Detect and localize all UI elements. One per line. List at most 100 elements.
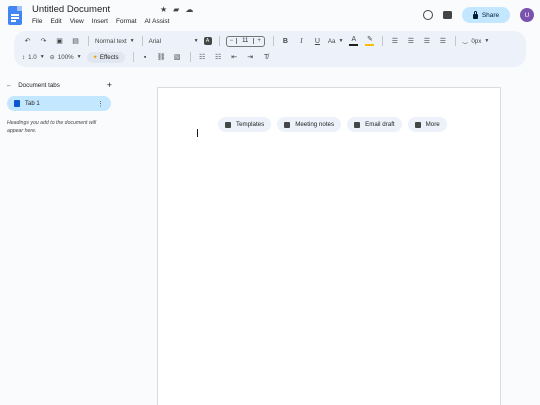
- history-icon[interactable]: [423, 10, 433, 20]
- menu-edit[interactable]: Edit: [50, 18, 61, 25]
- line-spacing-dropdown[interactable]: ↕ 1.0 ▼: [22, 54, 45, 61]
- templates-chip[interactable]: Templates: [218, 117, 272, 132]
- share-label: Share: [481, 11, 500, 19]
- underline-button[interactable]: U: [312, 35, 323, 48]
- lock-icon: [472, 10, 478, 19]
- zoom-dropdown[interactable]: ⊖ 100% ▼: [50, 54, 82, 61]
- highlight-color-button[interactable]: ✎: [364, 35, 375, 48]
- document-title[interactable]: Untitled Document: [32, 4, 110, 15]
- font-size-stepper[interactable]: − 11 +: [225, 35, 265, 47]
- increase-indent-icon[interactable]: ⇥: [245, 51, 256, 64]
- redo-icon[interactable]: ↷: [38, 35, 49, 48]
- decrease-font-size-button[interactable]: −: [227, 38, 237, 44]
- sidebar-title: Document tabs: [18, 81, 60, 89]
- toolbar-row-1: ↶ ↷ ▣ ▤ Normal text ▼ Arial ▼ A − 11 + B I…: [22, 33, 494, 49]
- bold-button[interactable]: B: [280, 35, 291, 48]
- chevron-down-icon: ▼: [193, 38, 199, 44]
- text-color-glyph: A: [351, 36, 357, 43]
- share-button[interactable]: Share: [462, 7, 510, 23]
- divider: [189, 52, 191, 62]
- chevron-down-icon: ▼: [338, 38, 344, 44]
- text-color-button[interactable]: A: [348, 35, 359, 48]
- font-value: Arial: [148, 37, 161, 45]
- more-chip[interactable]: More: [407, 117, 447, 132]
- line-spacing-value: 1.0: [28, 53, 37, 61]
- menu-view[interactable]: View: [70, 18, 84, 25]
- zoom-value: 100%: [57, 53, 74, 61]
- chip-label: Meeting notes: [295, 121, 335, 128]
- font-dropdown[interactable]: Arial ▼: [149, 38, 199, 45]
- sidebar-item-tab-1[interactable]: Tab 1 ⋮: [7, 96, 111, 111]
- title-icons: ★ ▰ ☁: [160, 5, 193, 14]
- divider: [382, 36, 384, 46]
- sidebar-header: ← Document tabs +: [6, 80, 112, 90]
- effects-label: Effects: [99, 53, 119, 61]
- menu-insert[interactable]: Insert: [92, 18, 108, 25]
- divider: [455, 36, 457, 46]
- chip-label: Email draft: [365, 121, 395, 128]
- letter-spacing-icon: ⏝: [462, 37, 469, 44]
- tab-icon: [14, 100, 20, 107]
- align-center-icon[interactable]: ☰: [405, 35, 416, 48]
- chevron-down-icon: ▼: [129, 38, 135, 44]
- divider: [141, 36, 143, 46]
- chevron-down-icon: ▼: [39, 54, 45, 60]
- star-icon[interactable]: ★: [160, 5, 167, 14]
- link-icon[interactable]: ⛓: [156, 51, 167, 64]
- italic-button[interactable]: I: [296, 35, 307, 48]
- paint-format-icon[interactable]: ▤: [70, 35, 81, 48]
- print-icon[interactable]: ▣: [54, 35, 65, 48]
- menu-ai-assist[interactable]: AI Assist: [145, 18, 170, 25]
- calendar-icon: [284, 121, 291, 128]
- add-tab-icon[interactable]: +: [107, 80, 112, 90]
- avatar[interactable]: U: [520, 8, 534, 22]
- smart-chips-row: Templates Meeting notes Email draft More: [218, 117, 447, 132]
- text-case-dropdown[interactable]: Aa ▼: [328, 38, 344, 45]
- numbered-list-icon[interactable]: ☷: [213, 51, 224, 64]
- zoom-icon: ⊖: [49, 53, 55, 61]
- line-spacing-icon: ↕: [22, 53, 26, 61]
- letter-spacing-value: 0px: [471, 37, 482, 45]
- font-size-input[interactable]: 11: [236, 38, 255, 44]
- folder-move-icon[interactable]: ▰: [173, 5, 179, 14]
- lock-icon[interactable]: ▪: [140, 51, 151, 64]
- align-left-icon[interactable]: ☰: [389, 35, 400, 48]
- cloud-done-icon[interactable]: ☁: [185, 5, 193, 14]
- comment-icon[interactable]: [443, 11, 452, 19]
- style-value: Normal text: [95, 37, 127, 45]
- effects-button[interactable]: ✦ Effects: [86, 51, 125, 63]
- image-icon[interactable]: ▧: [172, 51, 183, 64]
- undo-icon[interactable]: ↶: [22, 35, 33, 48]
- document-page[interactable]: Templates Meeting notes Email draft More: [157, 87, 501, 405]
- more-options-icon[interactable]: ⋮: [97, 100, 104, 108]
- text-color-bar: [349, 44, 359, 46]
- meeting-notes-chip[interactable]: Meeting notes: [277, 117, 342, 132]
- chip-label: More: [425, 121, 440, 128]
- letter-spacing-dropdown[interactable]: ⏝ 0px ▼: [462, 37, 489, 45]
- formatting-toolbar: ↶ ↷ ▣ ▤ Normal text ▼ Arial ▼ A − 11 + B I…: [14, 31, 526, 67]
- divider: [218, 36, 220, 46]
- divider: [132, 52, 134, 62]
- increase-font-size-button[interactable]: +: [254, 38, 264, 44]
- align-justify-icon[interactable]: ☰: [437, 35, 448, 48]
- font-settings-icon[interactable]: A: [203, 37, 212, 45]
- email-draft-chip[interactable]: Email draft: [347, 117, 402, 132]
- clear-formatting-icon[interactable]: T̸: [261, 51, 272, 64]
- docs-logo-icon[interactable]: [8, 6, 22, 25]
- back-arrow-icon[interactable]: ←: [6, 82, 12, 89]
- align-right-icon[interactable]: ☰: [421, 35, 432, 48]
- style-dropdown[interactable]: Normal text ▼: [95, 38, 135, 45]
- menu-format[interactable]: Format: [116, 18, 137, 25]
- highlighter-icon: ✎: [366, 36, 373, 43]
- plus-box-icon: [414, 121, 421, 128]
- tab-label: Tab 1: [25, 100, 40, 107]
- decrease-indent-icon[interactable]: ⇤: [229, 51, 240, 64]
- text-cursor: [197, 129, 198, 137]
- menu-file[interactable]: File: [32, 18, 42, 25]
- text-case-label: Aa: [327, 37, 336, 45]
- bulleted-list-icon[interactable]: ☷: [197, 51, 208, 64]
- chevron-down-icon: ▼: [76, 54, 82, 60]
- sparkle-icon: ✦: [92, 53, 98, 61]
- top-bar: Untitled Document ★ ▰ ☁ File Edit View I…: [0, 0, 540, 30]
- chip-label: Templates: [236, 121, 265, 128]
